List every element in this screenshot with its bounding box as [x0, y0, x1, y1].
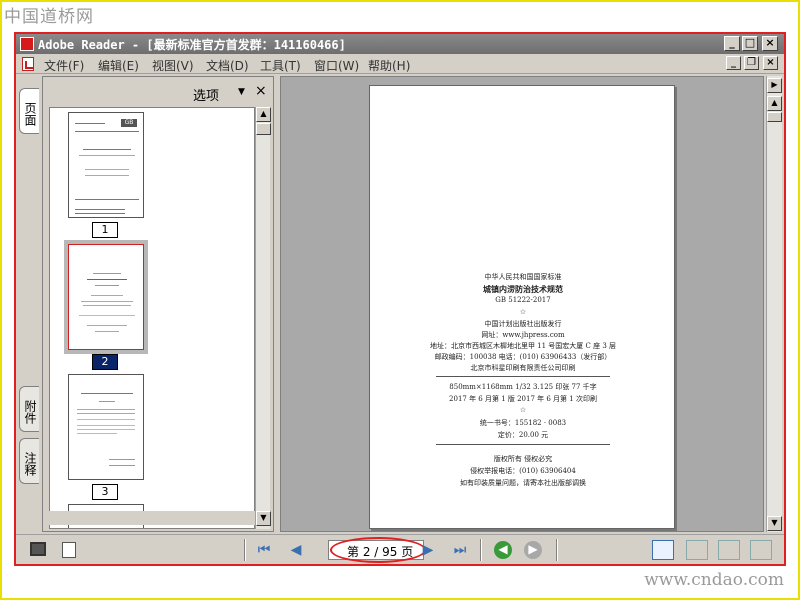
document-menu-icon[interactable]: [22, 57, 34, 71]
scroll-down-button[interactable]: ▼: [256, 511, 271, 526]
single-page-view-icon[interactable]: [652, 540, 674, 560]
title-bar[interactable]: Adobe Reader - [最新标准官方首发群：141160466] _ □…: [16, 34, 784, 54]
side-tab-strip: 页面 附件 注释: [16, 76, 42, 532]
thumbnail-horizontal-scrollbar[interactable]: [49, 511, 255, 525]
watermark-bottom: www.cndao.com: [644, 570, 784, 590]
page-line: 中华人民共和国国家标准: [484, 273, 562, 281]
page-line: 2017 年 6 月第 1 版 2017 年 6 月第 1 次印刷: [449, 395, 597, 403]
tab-attachments[interactable]: 附件: [19, 386, 39, 432]
toolbar-separator: [244, 539, 246, 561]
doc-close-button[interactable]: ×: [763, 56, 778, 70]
next-page-button[interactable]: ▶: [418, 541, 438, 559]
page-number-field[interactable]: 第 2 / 95 页: [328, 540, 424, 560]
monitor-icon[interactable]: [30, 542, 46, 556]
menu-tools[interactable]: 工具(T): [260, 57, 301, 74]
continuous-facing-view-icon[interactable]: [750, 540, 772, 560]
page-line: 统一书号：155182 · 0083: [479, 419, 567, 427]
adobe-reader-icon: [20, 37, 34, 51]
page-line: ☆: [519, 406, 527, 414]
menu-file[interactable]: 文件(F): [44, 57, 84, 74]
watermark-top: 中国道桥网: [4, 7, 94, 27]
document-page: 中华人民共和国国家标准 城镇内涝防治技术规范 GB 51222-2017 ☆ 中…: [369, 85, 675, 529]
page-line: GB 51222-2017: [495, 296, 551, 304]
page-thumbnail-2[interactable]: [68, 244, 144, 350]
toolbar-separator: [556, 539, 558, 561]
scroll-up-button[interactable]: ▲: [256, 107, 271, 122]
navigation-bar: ⏮ ◀ 第 2 / 95 页 ▶ ⏭ ◀ ▶: [16, 534, 784, 564]
go-back-icon[interactable]: ◀: [494, 541, 512, 559]
doc-restore-button[interactable]: ❐: [744, 56, 759, 70]
page-thumbnail-3[interactable]: [68, 374, 144, 480]
page-line: 中国计划出版社出版发行: [484, 320, 562, 328]
page-thumbnail-2-number: 2: [92, 354, 118, 370]
menu-help[interactable]: 帮助(H): [368, 57, 410, 74]
close-button[interactable]: ×: [762, 36, 778, 51]
last-page-button[interactable]: ⏭: [450, 541, 470, 559]
close-icon[interactable]: ×: [255, 83, 267, 99]
thumbnail-list[interactable]: GB 1 2 3: [49, 107, 255, 529]
menu-window[interactable]: 窗口(W): [314, 57, 359, 74]
options-menu-button[interactable]: 选项: [193, 85, 219, 104]
page-line: 850mm×1168mm 1/32 3.125 印张 77 千字: [449, 383, 597, 391]
page-line: 地址：北京市西城区木樨地北里甲 11 号国宏大厦 C 座 3 层: [429, 342, 617, 350]
page-separator: [436, 376, 610, 377]
maximize-button[interactable]: □: [742, 36, 758, 51]
page-thumbnail-1[interactable]: GB: [68, 112, 144, 218]
document-scrollbar[interactable]: ▶ ▲ ▼: [766, 76, 782, 532]
scroll-thumb[interactable]: [256, 123, 271, 135]
page-line: 版权所有 侵权必究: [493, 455, 553, 463]
page-title: 城镇内涝防治技术规范: [483, 284, 563, 294]
page-separator: [436, 444, 610, 445]
go-forward-icon[interactable]: ▶: [524, 541, 542, 559]
scroll-up-button[interactable]: ▲: [767, 96, 782, 111]
tab-comments[interactable]: 注释: [19, 438, 39, 484]
facing-view-icon[interactable]: [718, 540, 740, 560]
scroll-down-button[interactable]: ▼: [767, 516, 782, 531]
menu-view[interactable]: 视图(V): [152, 57, 194, 74]
first-page-button[interactable]: ⏮: [254, 541, 274, 559]
page-line: ☆: [519, 308, 527, 316]
page-line: 邮政编码：100038 电话：(010) 63906433（发行部）: [434, 353, 612, 361]
menu-document[interactable]: 文档(D): [206, 57, 249, 74]
page-icon[interactable]: [62, 542, 76, 558]
previous-page-button[interactable]: ◀: [286, 541, 306, 559]
toolbar-separator: [480, 539, 482, 561]
menu-edit[interactable]: 编辑(E): [98, 57, 139, 74]
page-line: 定价：20.00 元: [497, 431, 549, 439]
page-line: 侵权举报电话：(010) 63906404: [470, 467, 576, 475]
page-line: 北京市科星印刷有限责任公司印刷: [470, 364, 576, 372]
page-line: 如有印装质量问题，请寄本社出版部调换: [460, 479, 586, 487]
scroll-right-button[interactable]: ▶: [767, 78, 782, 93]
chevron-down-icon: ▼: [238, 87, 245, 97]
scroll-thumb[interactable]: [767, 112, 782, 122]
doc-minimize-button[interactable]: _: [726, 56, 741, 70]
tab-pages[interactable]: 页面: [19, 88, 39, 134]
page-thumbnail-1-number: 1: [92, 222, 118, 238]
window-title: Adobe Reader - [最新标准官方首发群：141160466]: [38, 38, 346, 52]
menu-bar: 文件(F) 编辑(E) 视图(V) 文档(D) 工具(T) 窗口(W) 帮助(H…: [16, 54, 784, 74]
page-line: 网址：www.jhpress.com: [481, 331, 565, 339]
page-thumbnail-3-number: 3: [92, 484, 118, 500]
pages-panel: 选项 ▼ × GB 1 2 3 ▲ ▼: [42, 76, 274, 532]
thumbnail-scrollbar[interactable]: ▲ ▼: [255, 107, 271, 529]
continuous-view-icon[interactable]: [686, 540, 708, 560]
minimize-button[interactable]: _: [724, 36, 740, 51]
reader-window: Adobe Reader - [最新标准官方首发群：141160466] _ □…: [14, 32, 786, 566]
document-view[interactable]: 中华人民共和国国家标准 城镇内涝防治技术规范 GB 51222-2017 ☆ 中…: [280, 76, 764, 532]
